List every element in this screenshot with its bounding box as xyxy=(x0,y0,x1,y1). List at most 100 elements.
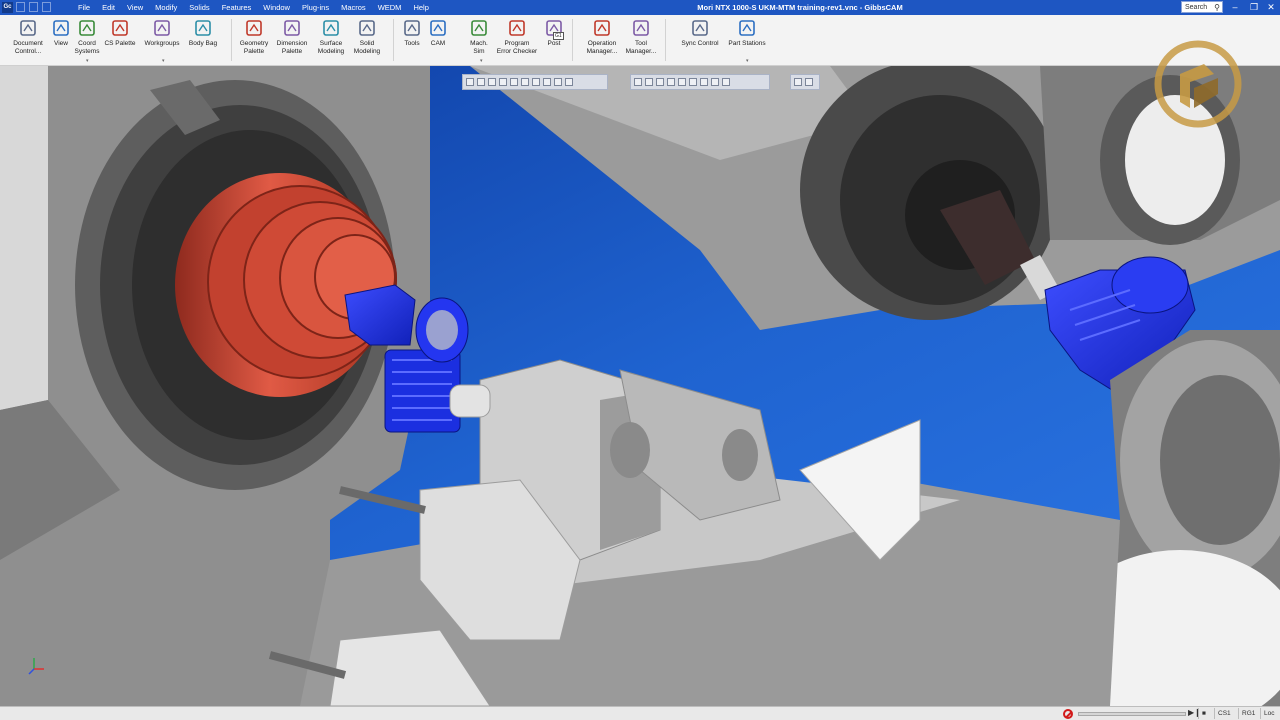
status-cell-rg[interactable]: RG1 xyxy=(1238,708,1258,719)
operation-manager-icon xyxy=(594,20,610,36)
menu-file[interactable]: File xyxy=(72,0,96,15)
render-tool-icon[interactable] xyxy=(711,78,719,86)
ribbon-label-line1: View xyxy=(54,40,68,47)
program-error-checker-button[interactable]: Program Error Checker xyxy=(494,18,540,56)
view-zoom-icon[interactable] xyxy=(521,78,529,86)
view-rotate-icon[interactable] xyxy=(510,78,518,86)
body-bag-button[interactable]: Body Bag xyxy=(186,18,220,48)
ribbon-label-line2: Manager... xyxy=(625,48,657,55)
menu-wedm[interactable]: WEDM xyxy=(372,0,408,15)
document-control-button[interactable]: Document Control... xyxy=(10,18,46,56)
dimension-palette-icon xyxy=(284,20,300,36)
menu-view[interactable]: View xyxy=(121,0,149,15)
render-fixture-icon[interactable] xyxy=(700,78,708,86)
geometry-palette-button[interactable]: Geometry Palette xyxy=(236,18,272,56)
tool-manager-icon xyxy=(633,20,649,36)
ribbon-label-line2: Error Checker xyxy=(496,48,538,55)
ribbon-dropdown-arrow-icon[interactable]: ▾ xyxy=(86,58,89,64)
help-tools-toolbar[interactable] xyxy=(790,74,820,90)
cs-palette-button[interactable]: CS Palette xyxy=(102,18,138,48)
coord-systems-button[interactable]: Coord Systems xyxy=(73,18,101,56)
part-stations-button[interactable]: Part Stations xyxy=(724,18,770,48)
mach-sim-button[interactable]: Mach. Sim xyxy=(466,18,492,56)
menu-edit[interactable]: Edit xyxy=(96,0,121,15)
fit-window-icon[interactable] xyxy=(794,78,802,86)
status-lock-icon: ■ xyxy=(1198,708,1209,719)
ribbon-label-line1: Coord xyxy=(78,40,96,47)
render-part-icon[interactable] xyxy=(689,78,697,86)
render-section-icon[interactable] xyxy=(667,78,675,86)
tools-icon xyxy=(404,20,420,36)
status-cell-cs[interactable]: CS1 xyxy=(1214,708,1234,719)
solid-modeling-button[interactable]: Solid Modeling xyxy=(350,18,384,56)
render-shaded-icon[interactable] xyxy=(634,78,642,86)
render-stock-icon[interactable] xyxy=(678,78,686,86)
ribbon-separator xyxy=(231,19,232,61)
stop-simulation-icon[interactable] xyxy=(1063,709,1073,719)
cam-button[interactable]: CAM xyxy=(427,18,449,48)
view-right-icon[interactable] xyxy=(488,78,496,86)
menu-help[interactable]: Help xyxy=(407,0,434,15)
new-file-icon[interactable] xyxy=(16,2,25,12)
render-more-icon[interactable] xyxy=(722,78,730,86)
view-more-icon[interactable] xyxy=(565,78,573,86)
render-wire-icon[interactable] xyxy=(645,78,653,86)
minimize-button[interactable]: – xyxy=(1226,0,1244,15)
redo-icon[interactable] xyxy=(42,2,51,12)
tool-manager-button[interactable]: Tool Manager... xyxy=(621,18,661,56)
view-front-icon[interactable] xyxy=(477,78,485,86)
render-hidden-icon[interactable] xyxy=(656,78,664,86)
menu-solids[interactable]: Solids xyxy=(183,0,215,15)
ribbon-label-line1: Tools xyxy=(404,40,420,47)
tools-button[interactable]: Tools xyxy=(401,18,423,48)
menu-window[interactable]: Window xyxy=(257,0,296,15)
ribbon-label-line1: Geometry xyxy=(239,40,269,47)
restore-button[interactable]: ❐ xyxy=(1245,0,1263,15)
turret-tailstock-pin xyxy=(449,384,491,418)
view-top-icon[interactable] xyxy=(466,78,474,86)
ribbon-label-line1: Operation xyxy=(587,40,617,47)
operation-manager-button[interactable]: Operation Manager... xyxy=(582,18,622,56)
ribbon-dropdown-arrow-icon[interactable]: ▾ xyxy=(480,58,483,64)
surface-modeling-button[interactable]: Surface Modeling xyxy=(313,18,349,56)
dimension-palette-button[interactable]: Dimension Palette xyxy=(274,18,310,56)
app-icon[interactable]: Gc xyxy=(2,2,13,13)
post-button[interactable]: Post G1 xyxy=(543,18,565,48)
workgroups-icon xyxy=(154,20,170,36)
status-cell-loc[interactable]: Loc xyxy=(1260,708,1277,719)
view-grid-icon[interactable] xyxy=(554,78,562,86)
simulation-progress-bar xyxy=(1078,712,1186,716)
view-iso-icon[interactable] xyxy=(499,78,507,86)
ribbon-label-line1: Program xyxy=(504,40,530,47)
ribbon-label-line1: CS Palette xyxy=(104,40,136,47)
render-tools-toolbar[interactable] xyxy=(630,74,770,90)
menu-modify[interactable]: Modify xyxy=(149,0,183,15)
workgroups-button[interactable]: Workgroups xyxy=(140,18,184,48)
menu-macros[interactable]: Macros xyxy=(335,0,372,15)
view-pan-icon[interactable] xyxy=(532,78,540,86)
view-button[interactable]: View xyxy=(50,18,72,48)
cam-icon xyxy=(430,20,446,36)
ribbon-label-line1: Solid xyxy=(359,40,375,47)
undo-icon[interactable] xyxy=(29,2,38,12)
right-sub-spindle-ring xyxy=(1160,375,1280,545)
help-icon[interactable] xyxy=(805,78,813,86)
menu-features[interactable]: Features xyxy=(216,0,258,15)
ribbon-toolbar: Document Control... View Coord Systems CS Pal… xyxy=(0,15,1280,66)
ribbon-dropdown-arrow-icon[interactable]: ▾ xyxy=(162,58,165,64)
ribbon-dropdown-arrow-icon[interactable]: ▾ xyxy=(746,58,749,64)
menu-plug-ins[interactable]: Plug-ins xyxy=(296,0,335,15)
cs-palette-icon xyxy=(112,20,128,36)
machine-simulation-viewport[interactable] xyxy=(0,66,1280,706)
document-control-icon xyxy=(20,20,36,36)
ribbon-label-line2: Modeling xyxy=(353,48,381,55)
search-input[interactable]: Search ⚲ xyxy=(1181,1,1223,13)
solid-modeling-icon xyxy=(359,20,375,36)
ribbon-separator xyxy=(572,19,573,61)
view-fit-icon[interactable] xyxy=(543,78,551,86)
search-icon[interactable]: ⚲ xyxy=(1214,2,1220,14)
close-button[interactable]: ✕ xyxy=(1262,0,1280,15)
view-tools-toolbar[interactable] xyxy=(462,74,608,90)
sync-control-icon xyxy=(692,20,708,36)
sync-control-button[interactable]: Sync Control xyxy=(676,18,724,48)
